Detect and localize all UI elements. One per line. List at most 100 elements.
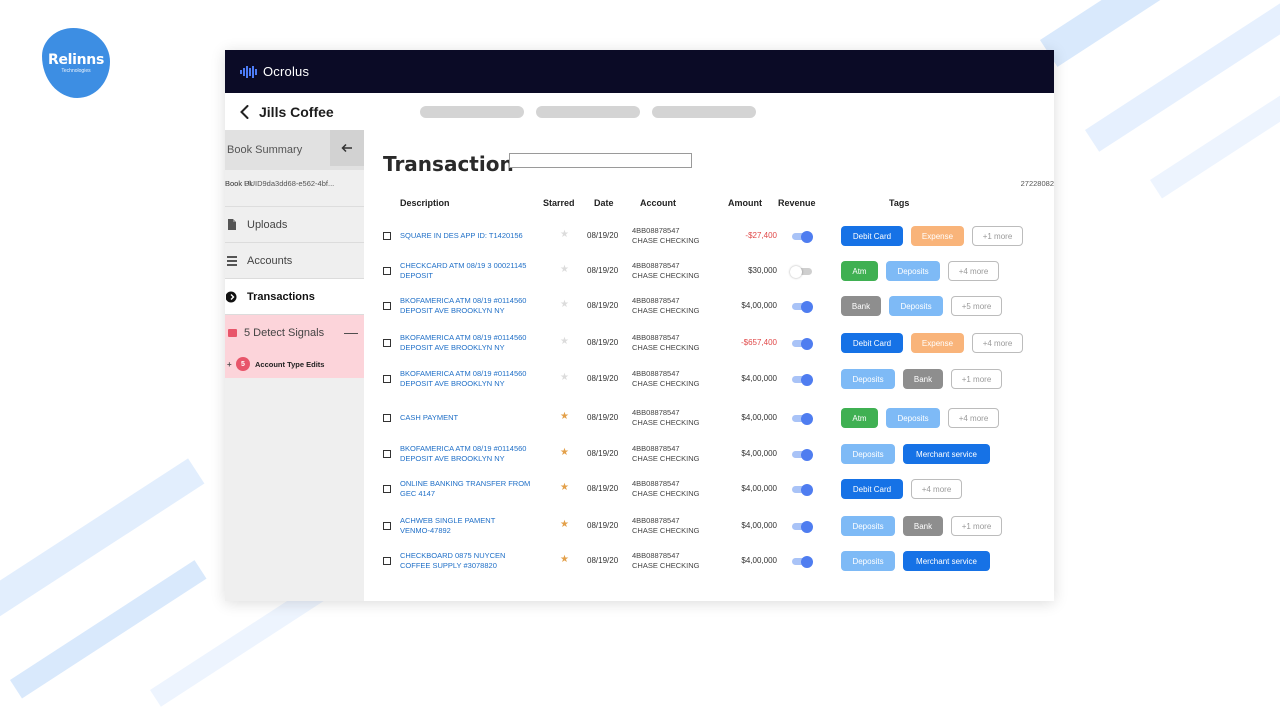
account-line: CHASE CHECKING (632, 489, 700, 498)
tag-merchant[interactable]: Merchant service (903, 444, 990, 464)
star-icon[interactable]: ★ (560, 447, 569, 458)
description-link[interactable]: ACHWEB SINGLE PAMENT VENMO-47892 (400, 516, 495, 536)
tag-deposits[interactable]: Deposits (841, 369, 895, 389)
column-header-account[interactable]: Account (640, 198, 676, 208)
description-line: CASH PAYMENT (400, 413, 459, 422)
star-icon[interactable]: ★ (560, 519, 569, 530)
tag-merchant[interactable]: Merchant service (903, 551, 990, 571)
upload-icon (225, 219, 239, 230)
revenue-toggle[interactable] (792, 412, 813, 425)
bullet-icon: + (227, 359, 232, 369)
sidebar-item-transactions[interactable]: Transactions (225, 279, 364, 315)
description-link[interactable]: BKOFAMERICA ATM 08/19 #0114560 DEPOSIT AV… (400, 296, 526, 316)
column-header-tags[interactable]: Tags (889, 198, 909, 208)
tag-deposits[interactable]: Deposits (889, 296, 943, 316)
row-checkbox[interactable] (383, 375, 391, 383)
star-icon[interactable]: ★ (560, 554, 569, 565)
tag-more[interactable]: +4 more (972, 333, 1023, 353)
description-line: BKOFAMERICA ATM 08/19 #0114560 (400, 296, 527, 305)
column-header-date[interactable]: Date (594, 198, 614, 208)
star-icon[interactable]: ★ (560, 372, 569, 383)
revenue-toggle[interactable] (792, 373, 813, 386)
revenue-toggle[interactable] (792, 337, 813, 350)
tag-more[interactable]: +1 more (951, 369, 1002, 389)
row-checkbox[interactable] (383, 302, 391, 310)
tag-deposits[interactable]: Deposits (841, 551, 895, 571)
tag-expense[interactable]: Expense (911, 333, 964, 353)
description-line: BKOFAMERICA ATM 08/19 #0114560 (400, 369, 527, 378)
detect-signals-section[interactable]: 5 Detect Signals — (225, 315, 364, 350)
star-icon[interactable]: ★ (560, 264, 569, 275)
tag-atm[interactable]: Atm (841, 408, 878, 428)
description-link[interactable]: ONLINE BANKING TRANSFER FROM GEC 4147 (400, 479, 530, 499)
row-checkbox[interactable] (383, 557, 391, 565)
date-cell: 08/19/20 (587, 231, 619, 240)
amount-cell: $4,00,000 (741, 374, 777, 383)
tag-deposits[interactable]: Deposits (886, 408, 940, 428)
tag-bank[interactable]: Bank (841, 296, 881, 316)
sidebar-item-label: Transactions (247, 290, 315, 303)
back-icon[interactable] (237, 104, 251, 120)
star-icon[interactable]: ★ (560, 299, 569, 310)
tag-bank[interactable]: Bank (903, 516, 943, 536)
column-header-revenue[interactable]: Revenue (778, 198, 816, 208)
tag-atm[interactable]: Atm (841, 261, 878, 281)
row-checkbox[interactable] (383, 267, 391, 275)
description-link[interactable]: CASH PAYMENT (400, 413, 458, 423)
sidebar-item-accounts[interactable]: Accounts (225, 243, 364, 279)
revenue-toggle[interactable] (792, 555, 813, 568)
row-checkbox[interactable] (383, 450, 391, 458)
revenue-toggle[interactable] (792, 230, 813, 243)
column-header-description[interactable]: Description (400, 198, 450, 208)
column-header-amount[interactable]: Amount (728, 198, 762, 208)
tag-deposits[interactable]: Deposits (841, 516, 895, 536)
toggle-knob (801, 300, 813, 313)
description-link[interactable]: BKOFAMERICA ATM 08/19 #0114560 DEPOSIT AV… (400, 333, 526, 353)
description-link[interactable]: BKOFAMERICA ATM 08/19 #0114560 DEPOSIT AV… (400, 369, 526, 389)
book-summary-header[interactable]: Book Summary (225, 130, 364, 170)
description-link[interactable]: CHECKCARD ATM 08/19 3 00021145 DEPOSIT (400, 261, 526, 281)
description-line: DEPOSIT AVE BROOKLYN NY (400, 306, 505, 315)
revenue-toggle[interactable] (790, 265, 812, 278)
tag-debit[interactable]: Debit Card (841, 479, 903, 499)
tag-more[interactable]: +4 more (948, 408, 999, 428)
revenue-toggle[interactable] (792, 300, 813, 313)
row-checkbox[interactable] (383, 522, 391, 530)
description-link[interactable]: SQUARE IN DES APP ID: T1420156 (400, 231, 523, 241)
description-line: ONLINE BANKING TRANSFER FROM (400, 479, 531, 488)
star-icon[interactable]: ★ (560, 411, 569, 422)
description-link[interactable]: CHECKBOARD 0875 NUYCEN COFFEE SUPPLY #307… (400, 551, 505, 571)
tag-more[interactable]: +1 more (972, 226, 1023, 246)
star-icon[interactable]: ★ (560, 482, 569, 493)
tag-deposits[interactable]: Deposits (886, 261, 940, 281)
tag-more[interactable]: +4 more (948, 261, 999, 281)
row-checkbox[interactable] (383, 414, 391, 422)
tag-deposits[interactable]: Deposits (841, 444, 895, 464)
revenue-toggle[interactable] (792, 520, 813, 533)
signal-account-type-edits[interactable]: + 5 Account Type Edits (225, 350, 364, 378)
account-line: CHASE CHECKING (632, 526, 700, 535)
revenue-toggle[interactable] (792, 483, 813, 496)
tag-more[interactable]: +1 more (951, 516, 1002, 536)
row-checkbox[interactable] (383, 485, 391, 493)
column-header-starred[interactable]: Starred (543, 198, 575, 208)
amount-cell: -$27,400 (745, 231, 777, 240)
tag-more[interactable]: +4 more (911, 479, 962, 499)
sidebar-item-uploads[interactable]: Uploads (225, 207, 364, 243)
revenue-toggle[interactable] (792, 448, 813, 461)
collapse-arrow-icon[interactable] (330, 130, 364, 166)
tag-debit[interactable]: Debit Card (841, 333, 903, 353)
tag-more[interactable]: +5 more (951, 296, 1002, 316)
description-link[interactable]: BKOFAMERICA ATM 08/19 #0114560 DEPOSIT AV… (400, 444, 526, 464)
tag-expense[interactable]: Expense (911, 226, 964, 246)
row-checkbox[interactable] (383, 232, 391, 240)
tag-bank[interactable]: Bank (903, 369, 943, 389)
tag-debit[interactable]: Debit Card (841, 226, 903, 246)
star-icon[interactable]: ★ (560, 336, 569, 347)
row-checkbox[interactable] (383, 339, 391, 347)
account-line: 4BB08878547 (632, 369, 680, 378)
account-line: CHASE CHECKING (632, 271, 700, 280)
collapse-minus-icon[interactable]: — (344, 324, 358, 340)
search-input[interactable] (509, 153, 692, 168)
star-icon[interactable]: ★ (560, 229, 569, 240)
